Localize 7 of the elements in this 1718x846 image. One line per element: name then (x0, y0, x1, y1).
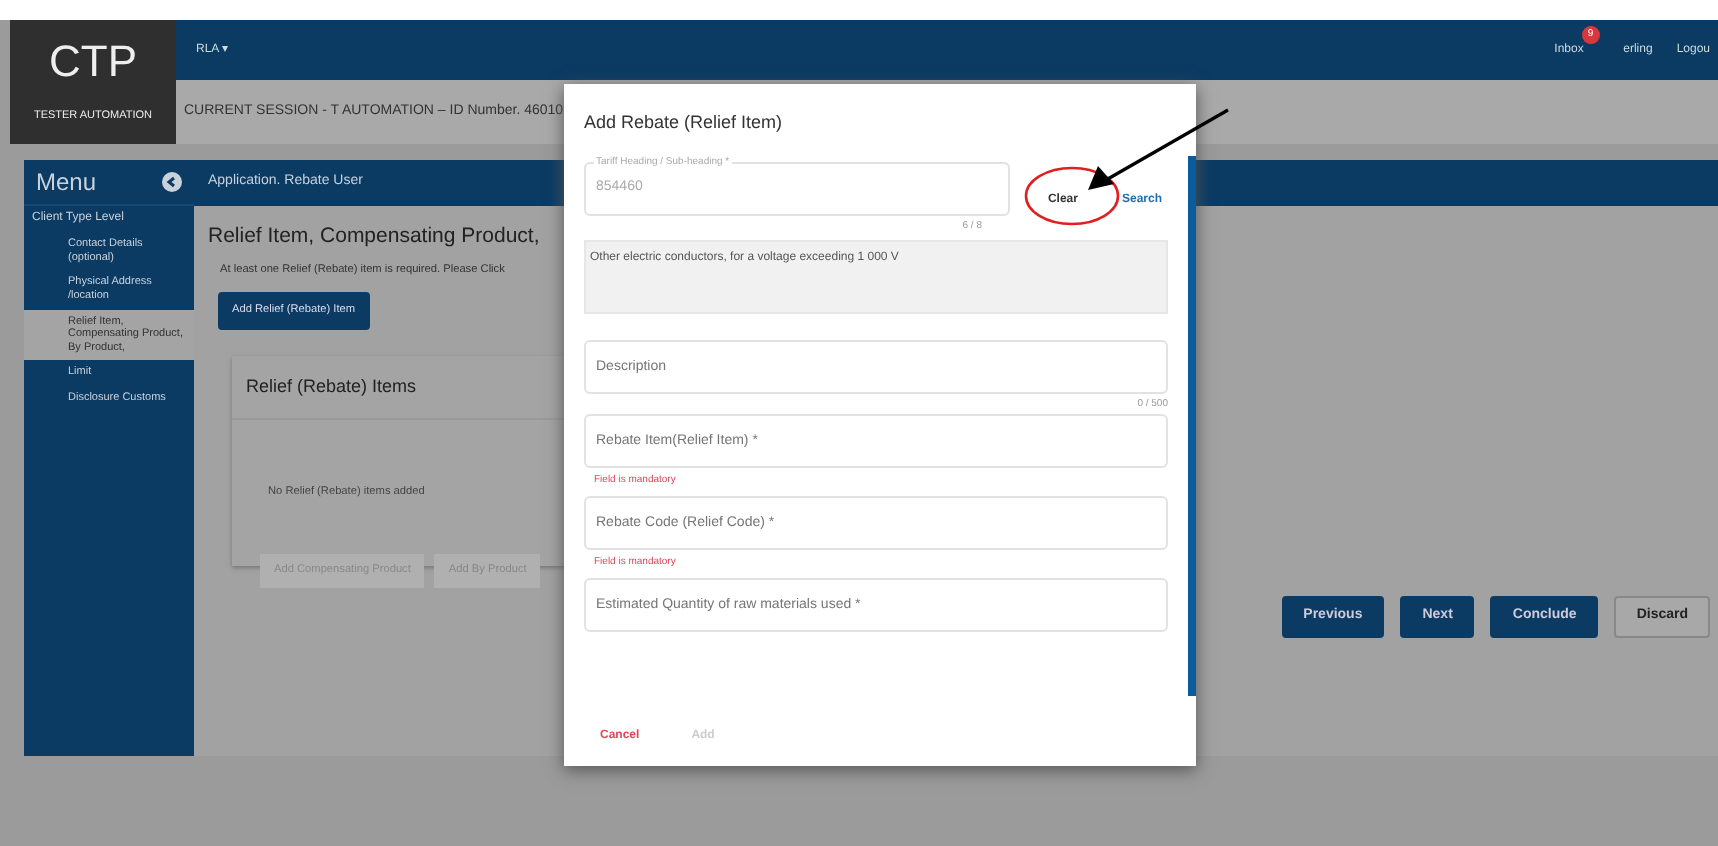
annotation-arrow (1086, 108, 1230, 192)
collapse-icon[interactable] (162, 172, 182, 192)
logo-text: CTP (49, 40, 137, 84)
dialog-title: Add Rebate (Relief Item) (582, 110, 785, 136)
page-title: Relief Item, Compensating Product, (208, 222, 540, 252)
menu-title: Menu (36, 166, 97, 200)
scrollbar[interactable] (1188, 156, 1196, 696)
